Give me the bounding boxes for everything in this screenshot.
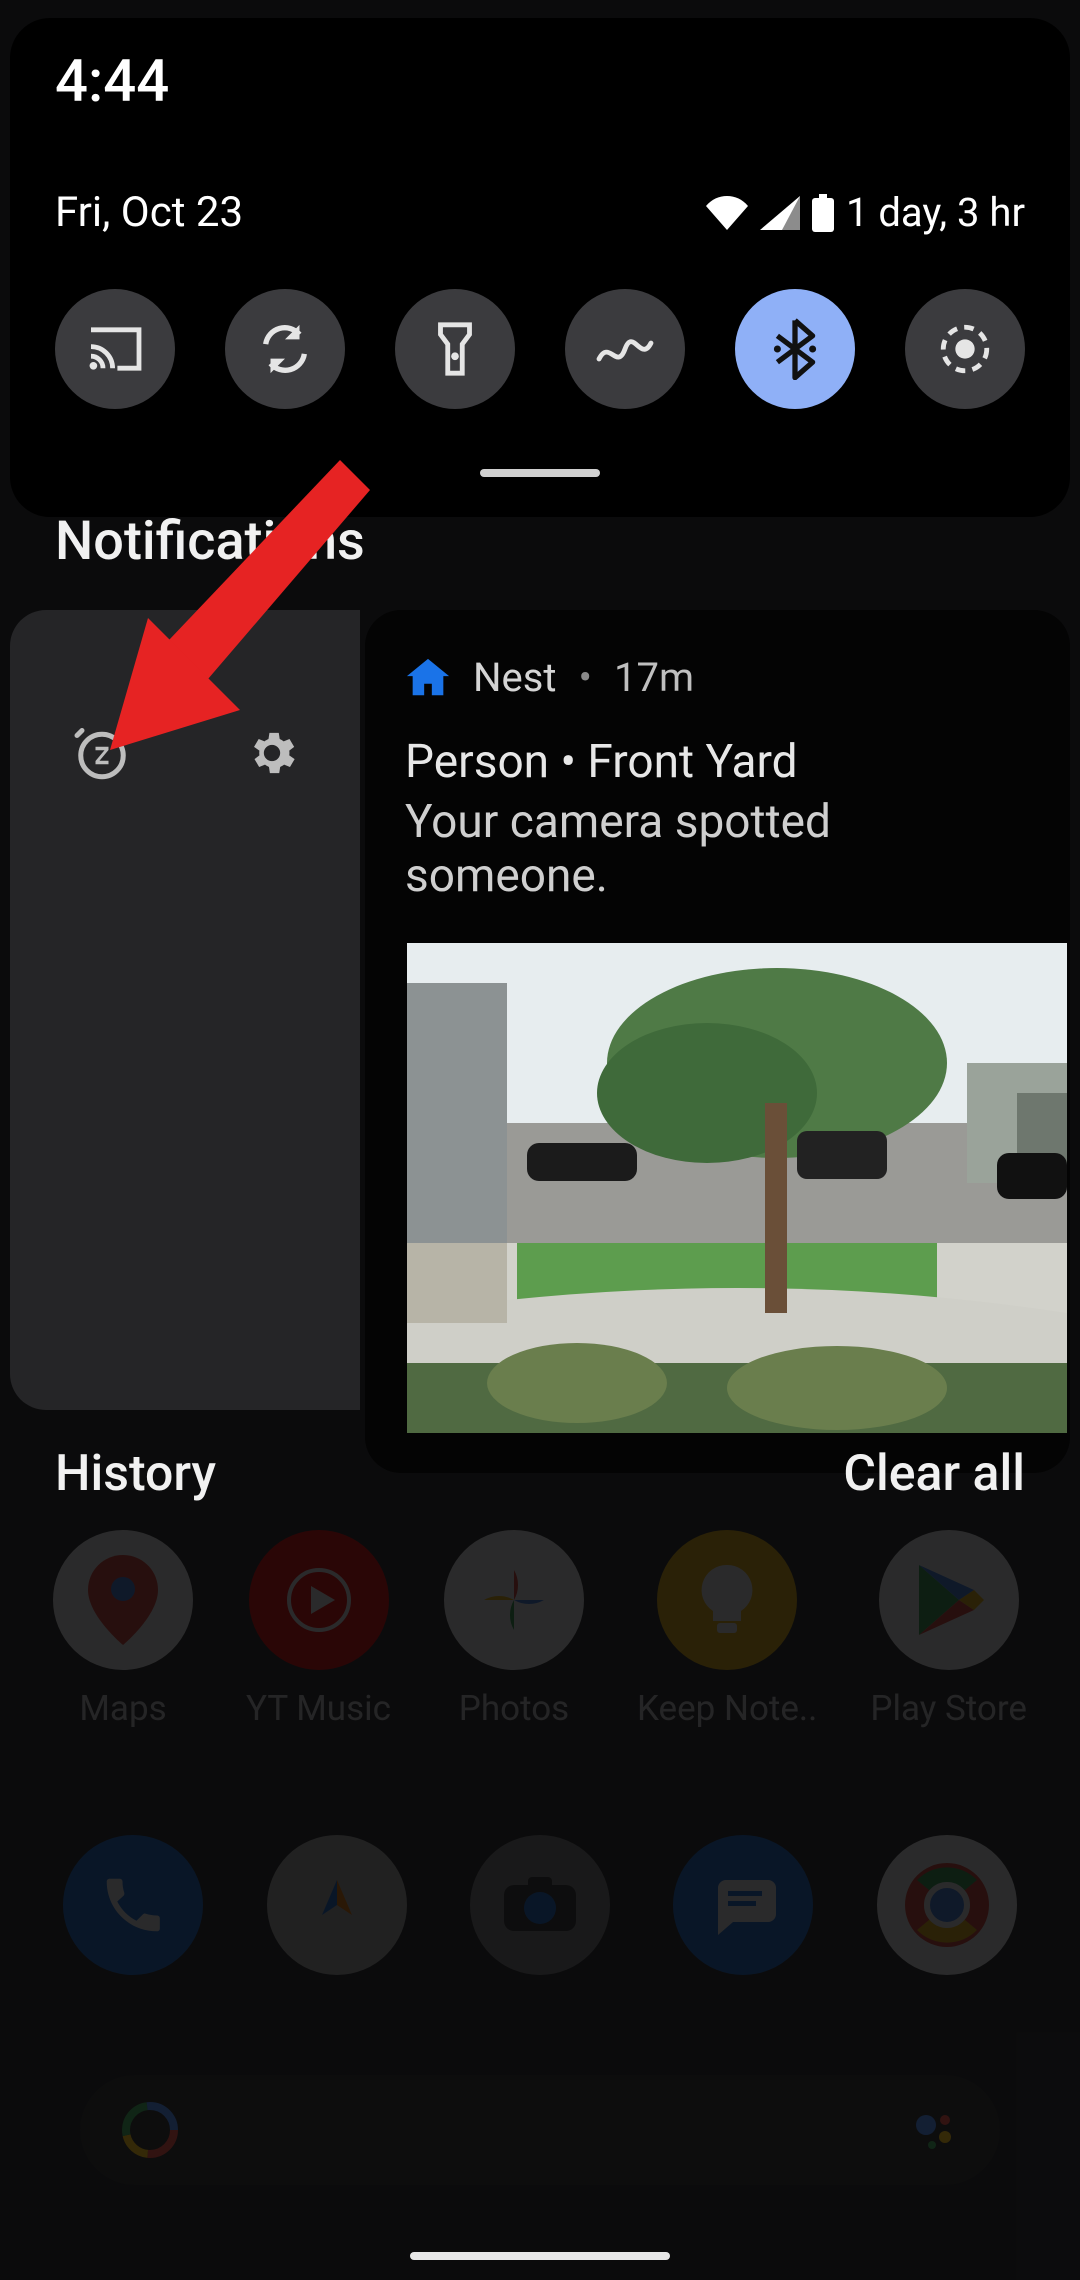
notification-card-nest[interactable]: Nest • 17m Person • Front Yard Your came… <box>365 610 1070 1473</box>
clock-time: 4:44 <box>55 48 1025 116</box>
notification-title: Person • Front Yard <box>405 735 1070 789</box>
notification-settings-button[interactable] <box>242 723 302 783</box>
notification-image <box>407 943 1067 1433</box>
snooze-button[interactable] <box>72 723 132 783</box>
history-button[interactable]: History <box>55 1445 216 1503</box>
notification-body: Your camera spotted someone. <box>405 795 1070 903</box>
auto-rotate-icon <box>256 320 314 378</box>
notification-swipe-actions <box>10 610 360 1410</box>
notification-app-name: Nest <box>473 654 556 701</box>
cast-icon <box>86 325 144 373</box>
battery-icon <box>812 194 834 232</box>
quick-settings-tiles <box>55 289 1025 409</box>
flashlight-icon <box>435 320 475 378</box>
clock-date: Fri, Oct 23 <box>55 188 243 237</box>
section-header-notifications: Notifications <box>55 510 365 573</box>
notification-header: Nest • 17m <box>405 654 1070 701</box>
gesture-nav-bar[interactable] <box>410 2252 670 2260</box>
shade-drag-handle[interactable] <box>480 469 600 477</box>
cell-signal-icon <box>760 196 800 230</box>
tile-cast[interactable] <box>55 289 175 409</box>
snooze-icon <box>72 723 132 783</box>
gear-icon <box>244 725 300 781</box>
nest-app-icon <box>405 656 451 700</box>
battery-text: 1 day, 3 hr <box>846 189 1025 236</box>
separator-dot: • <box>578 654 592 701</box>
clear-all-button[interactable]: Clear all <box>843 1445 1025 1503</box>
bluetooth-icon <box>773 318 817 380</box>
tile-bluetooth[interactable] <box>735 289 855 409</box>
status-icons: 1 day, 3 hr <box>706 189 1025 236</box>
quick-settings-panel: 4:44 Fri, Oct 23 1 day, 3 hr <box>10 18 1070 517</box>
screen-record-icon <box>936 320 994 378</box>
tile-flashlight[interactable] <box>395 289 515 409</box>
wifi-icon <box>706 196 748 230</box>
notification-time-ago: 17m <box>614 654 694 701</box>
tile-screen-record[interactable] <box>905 289 1025 409</box>
tile-dnd[interactable] <box>565 289 685 409</box>
do-not-disturb-icon <box>595 329 655 369</box>
tile-auto-rotate[interactable] <box>225 289 345 409</box>
